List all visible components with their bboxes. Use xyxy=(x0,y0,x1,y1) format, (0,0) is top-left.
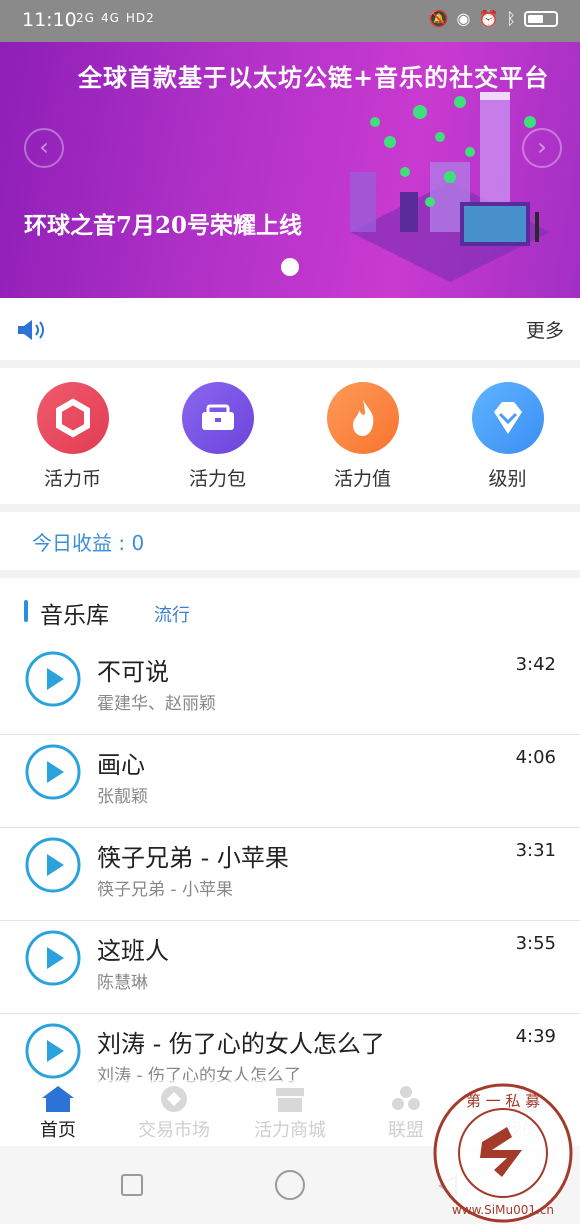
hd-icon: HD2 xyxy=(125,11,155,25)
recent-apps-icon[interactable] xyxy=(121,1174,143,1196)
watermark-seal: 第 一 私 募 www.SiMu001.cn xyxy=(432,1082,574,1224)
feature-grid: 活力币 活力包 活力值 级别 xyxy=(0,368,580,504)
tab-mall[interactable]: 活力商城 xyxy=(232,1080,348,1146)
battery-icon xyxy=(524,10,558,27)
flame-icon xyxy=(327,382,399,454)
shop-icon xyxy=(276,1088,304,1112)
feature-vitality-pack[interactable]: 活力包 xyxy=(145,368,290,504)
banner-subtitle: 环球之音7月20号荣耀上线 xyxy=(24,212,303,239)
tab-home[interactable]: 首页 xyxy=(0,1080,116,1146)
play-icon[interactable] xyxy=(24,836,82,894)
song-title: 画心 xyxy=(97,751,145,779)
feature-label: 活力币 xyxy=(43,468,101,490)
banner-indicator-dot[interactable] xyxy=(281,258,299,276)
song-duration: 4:39 xyxy=(515,1026,556,1047)
song-duration: 3:42 xyxy=(515,654,556,675)
section-accent-bar xyxy=(24,600,28,622)
signal-indicators: 2G 4G HD2 xyxy=(76,11,155,25)
home-button-icon[interactable] xyxy=(275,1170,305,1200)
song-artist: 张靓颖 xyxy=(97,787,148,807)
song-artist: 霍建华、赵丽颖 xyxy=(97,694,216,714)
hexagon-icon xyxy=(37,382,109,454)
promo-banner[interactable]: 全球首款基于以太坊公链+音乐的社交平台 环球之音7月20号荣耀上线 ‹ › xyxy=(0,42,580,298)
genre-tag-popular[interactable]: 流行 xyxy=(154,601,190,627)
banner-title: 全球首款基于以太坊公链+音乐的社交平台 xyxy=(78,63,550,92)
banner-prev-icon[interactable]: ‹ xyxy=(24,128,64,168)
signal-4g-icon: 4G xyxy=(100,11,120,25)
tab-market[interactable]: 交易市场 xyxy=(116,1080,232,1146)
home-icon xyxy=(42,1086,74,1112)
more-link[interactable]: 更多 xyxy=(526,316,564,343)
music-library-header: 音乐库 流行 xyxy=(0,578,580,642)
today-earnings: 今日收益 : 0 xyxy=(0,512,580,570)
song-row[interactable]: 筷子兄弟 - 小苹果 筷子兄弟 - 小苹果 3:31 xyxy=(0,828,580,921)
song-title: 这班人 xyxy=(97,937,169,965)
play-icon[interactable] xyxy=(24,929,82,987)
today-earnings-text: 今日收益 : 0 xyxy=(32,531,145,555)
status-bar: 11:10 2G 4G HD2 🔕 ◉ ⏰ ᛒ xyxy=(0,0,580,42)
watermark-url: www.SiMu001.cn xyxy=(452,1203,554,1217)
exchange-icon xyxy=(161,1086,187,1112)
feature-vitality-value[interactable]: 活力值 xyxy=(290,368,435,504)
watermark-logo-icon: 第 一 私 募 www.SiMu001.cn xyxy=(433,1083,573,1223)
tab-label: 交易市场 xyxy=(138,1120,210,1141)
lock-icon: ◉ xyxy=(456,9,471,28)
play-icon[interactable] xyxy=(24,743,82,801)
play-icon[interactable] xyxy=(24,650,82,708)
song-duration: 4:06 xyxy=(515,747,556,768)
feature-label: 级别 xyxy=(488,468,527,490)
feature-vitality-coin[interactable]: 活力币 xyxy=(0,368,145,504)
song-title: 刘涛 - 伤了心的女人怎么了 xyxy=(97,1030,385,1058)
status-icons: 🔕 ◉ ⏰ ᛒ xyxy=(429,9,558,28)
notice-bar: 更多 xyxy=(0,298,580,360)
bag-icon xyxy=(182,382,254,454)
signal-2g-icon: 2G xyxy=(76,11,95,25)
song-title: 不可说 xyxy=(97,658,169,686)
song-title: 筷子兄弟 - 小苹果 xyxy=(97,844,289,872)
feature-level[interactable]: 级别 xyxy=(435,368,580,504)
speaker-icon xyxy=(18,320,44,340)
mute-bell-icon: 🔕 xyxy=(428,9,449,28)
alliance-icon xyxy=(392,1086,420,1110)
song-row[interactable]: 这班人 陈慧琳 3:55 xyxy=(0,921,580,1014)
song-row[interactable]: 不可说 霍建华、赵丽颖 3:42 xyxy=(0,642,580,735)
alarm-icon: ⏰ xyxy=(478,9,499,28)
tab-label: 首页 xyxy=(40,1120,76,1141)
song-row[interactable]: 画心 张靓颖 4:06 xyxy=(0,735,580,828)
tab-label: 活力商城 xyxy=(254,1120,326,1141)
song-duration: 3:55 xyxy=(515,933,556,954)
bluetooth-icon: ᛒ xyxy=(506,9,516,28)
watermark-title: 第 一 私 募 xyxy=(466,1092,540,1110)
feature-label: 活力包 xyxy=(188,468,246,490)
status-time: 11:10 xyxy=(22,9,77,31)
banner-next-icon[interactable]: › xyxy=(522,128,562,168)
play-icon[interactable] xyxy=(24,1022,82,1080)
diamond-icon xyxy=(472,382,544,454)
blockchain-city-illustration xyxy=(350,92,550,282)
song-duration: 3:31 xyxy=(515,840,556,861)
song-artist: 筷子兄弟 - 小苹果 xyxy=(97,880,233,900)
feature-label: 活力值 xyxy=(333,468,391,490)
song-artist: 陈慧琳 xyxy=(97,973,148,993)
music-library-title: 音乐库 xyxy=(40,603,109,629)
